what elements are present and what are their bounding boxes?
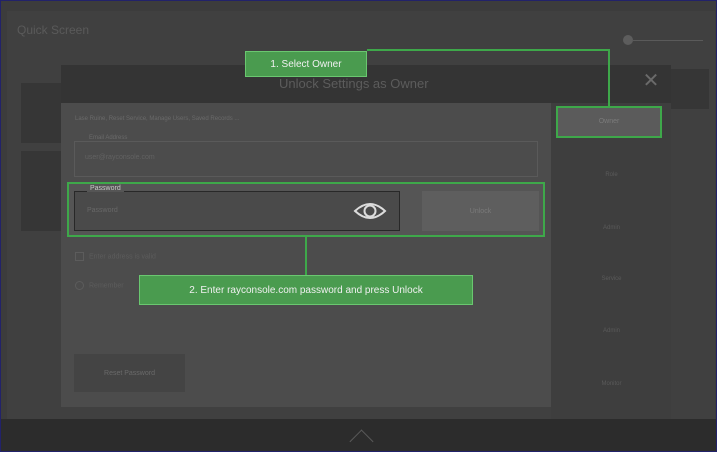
role-item[interactable]: Monitor — [574, 381, 649, 387]
role-owner-button[interactable]: Owner — [556, 106, 662, 138]
connector-line — [367, 49, 610, 51]
radio-label: Remember — [89, 282, 124, 290]
bottom-nav-bar — [1, 419, 716, 451]
reset-password-button[interactable]: Reset Password — [74, 354, 185, 392]
radio-icon[interactable] — [75, 281, 84, 290]
eye-icon[interactable] — [353, 199, 387, 228]
unlock-button[interactable]: Unlock — [422, 191, 539, 231]
role-item[interactable]: Admin — [574, 225, 649, 231]
close-icon[interactable]: ✕ — [641, 71, 661, 91]
role-item[interactable]: Service — [574, 276, 649, 282]
role-item[interactable]: Role — [574, 172, 649, 178]
remember-radio[interactable]: Remember — [75, 281, 124, 290]
email-value: user@rayconsole.com — [85, 154, 155, 161]
toggle-knob[interactable] — [623, 35, 633, 45]
password-field[interactable] — [74, 191, 400, 231]
background-tile — [671, 69, 709, 109]
checkbox-icon[interactable] — [75, 252, 84, 261]
background-tile — [21, 83, 61, 143]
role-item[interactable]: Admin — [574, 328, 649, 334]
checkbox-label: Enter address is valid — [89, 253, 156, 261]
password-placeholder: Password — [87, 207, 118, 214]
email-label: Email Address — [87, 135, 130, 141]
chevron-up-icon[interactable] — [349, 429, 374, 451]
dialog-title: Unlock Settings as Owner — [279, 76, 429, 91]
password-label: Password — [87, 185, 124, 192]
toggle-track — [633, 40, 703, 41]
callout-step-1: 1. Select Owner — [245, 51, 367, 77]
connector-line — [608, 49, 610, 107]
dialog-subtitle: Lase Ruine, Reset Service, Manage Users,… — [75, 116, 240, 122]
screenshot-frame: Quick Screen Unlock Settings as Owner ✕ … — [0, 0, 717, 452]
role-list — [551, 103, 671, 419]
background-tile — [21, 151, 61, 231]
valid-address-checkbox[interactable]: Enter address is valid — [75, 252, 156, 261]
connector-line — [305, 237, 307, 275]
callout-step-2: 2. Enter rayconsole.com password and pre… — [139, 275, 473, 305]
app-title: Quick Screen — [17, 23, 90, 37]
